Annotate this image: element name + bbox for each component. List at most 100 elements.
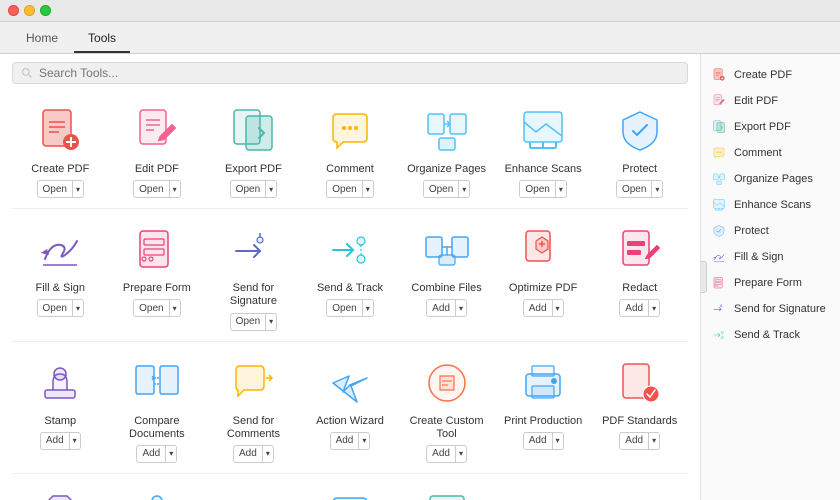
- tool-item-accessibility[interactable]: AccessibilityAdd▾: [109, 478, 206, 500]
- create-custom-button[interactable]: Add▾: [426, 445, 467, 463]
- tool-item-javascript[interactable]: </>JavaScriptAdd▾: [302, 478, 399, 500]
- rp-item-organize-pages[interactable]: Organize Pages: [701, 166, 840, 192]
- send-signature-button[interactable]: Open▾: [230, 313, 277, 331]
- tool-item-print-production[interactable]: Print ProductionAdd▾: [495, 346, 592, 469]
- right-panel: › Create PDFEdit PDFExport PDFCommentOrg…: [700, 54, 840, 500]
- rp-item-edit-pdf[interactable]: Edit PDF: [701, 88, 840, 114]
- pdf-standards-button-arrow: ▾: [648, 433, 659, 449]
- fill-sign-button[interactable]: Open▾: [37, 299, 84, 317]
- comment-button-arrow: ▾: [362, 181, 373, 197]
- compare-docs-button-label: Add: [137, 448, 165, 459]
- send-signature-button-label: Open: [231, 316, 265, 327]
- edit-pdf-button[interactable]: Open▾: [133, 180, 180, 198]
- combine-files-button-arrow: ▾: [455, 300, 466, 316]
- print-production-button[interactable]: Add▾: [523, 432, 564, 450]
- tool-item-export-pdf[interactable]: Export PDFOpen▾: [205, 94, 302, 204]
- tool-item-compare-docs[interactable]: Compare DocumentsAdd▾: [109, 346, 206, 469]
- prepare-form-button[interactable]: Open▾: [133, 299, 180, 317]
- minimize-button[interactable]: [24, 5, 35, 16]
- tool-item-redact[interactable]: RedactAdd▾: [591, 213, 688, 336]
- compare-docs-button[interactable]: Add▾: [136, 445, 177, 463]
- rp-item-enhance-scans[interactable]: Enhance Scans: [701, 192, 840, 218]
- tool-item-certificates[interactable]: CertificatesAdd▾: [12, 478, 109, 500]
- action-wizard-button-arrow: ▾: [358, 433, 369, 449]
- create-pdf-button-label: Open: [38, 184, 72, 195]
- action-wizard-icon: [323, 356, 377, 410]
- tab-home[interactable]: Home: [12, 27, 72, 53]
- comment-label: Comment: [326, 163, 374, 176]
- tool-item-send-signature[interactable]: Send for SignatureOpen▾: [205, 213, 302, 336]
- close-button[interactable]: [8, 5, 19, 16]
- redact-button[interactable]: Add▾: [619, 299, 660, 317]
- rp-item-export-pdf[interactable]: Export PDF: [701, 114, 840, 140]
- pdf-standards-button[interactable]: Add▾: [619, 432, 660, 450]
- tool-item-optimize-pdf[interactable]: Optimize PDFAdd▾: [495, 213, 592, 336]
- tool-item-measure[interactable]: MeasureAdd▾: [495, 478, 592, 500]
- rp-item-send-track[interactable]: Send & Track: [701, 322, 840, 348]
- export-pdf-button-arrow: ▾: [265, 181, 276, 197]
- tool-item-create-custom[interactable]: Create Custom Tool Add▾: [398, 346, 495, 469]
- tool-item-protect[interactable]: Protect Open▾: [591, 94, 688, 204]
- optimize-pdf-button[interactable]: Add▾: [523, 299, 564, 317]
- enhance-scans-icon: [516, 104, 570, 158]
- send-track-icon: [323, 223, 377, 277]
- rp-item-send-signature[interactable]: Send for Signature: [701, 296, 840, 322]
- tool-item-stamp[interactable]: StampAdd▾: [12, 346, 109, 469]
- organize-pages-button-label: Open: [424, 184, 458, 195]
- tool-item-send-comments[interactable]: Send for CommentsAdd▾: [205, 346, 302, 469]
- stamp-button-arrow: ▾: [69, 433, 80, 449]
- tool-item-enhance-scans[interactable]: Enhance ScansOpen▾: [495, 94, 592, 204]
- search-icon: [21, 67, 33, 79]
- rp-item-create-pdf[interactable]: Create PDF: [701, 62, 840, 88]
- export-pdf-button[interactable]: Open▾: [230, 180, 277, 198]
- tool-item-prepare-form[interactable]: Prepare Form Open▾: [109, 213, 206, 336]
- search-input[interactable]: [39, 66, 189, 80]
- tool-item-rich-media[interactable]: Rich MediaAdd▾: [205, 478, 302, 500]
- tool-item-combine-files[interactable]: Combine Files Add▾: [398, 213, 495, 336]
- rp-item-prepare-form[interactable]: Prepare Form: [701, 270, 840, 296]
- enhance-scans-button-arrow: ▾: [555, 181, 566, 197]
- tool-item-action-wizard[interactable]: Action WizardAdd▾: [302, 346, 399, 469]
- protect-label: Protect: [622, 163, 657, 176]
- enhance-scans-button[interactable]: Open▾: [519, 180, 566, 198]
- search-bar[interactable]: [12, 62, 688, 84]
- send-comments-button[interactable]: Add▾: [233, 445, 274, 463]
- tool-item-send-track[interactable]: Send & TrackOpen▾: [302, 213, 399, 336]
- combine-files-label: Combine Files: [411, 282, 481, 295]
- send-track-button[interactable]: Open▾: [326, 299, 373, 317]
- create-custom-label: Create Custom Tool: [402, 415, 491, 441]
- tool-item-create-pdf[interactable]: Create PDFOpen▾: [12, 94, 109, 204]
- send-comments-button-arrow: ▾: [262, 446, 273, 462]
- comment-button[interactable]: Open▾: [326, 180, 373, 198]
- tool-item-index[interactable]: IndexAdd▾: [398, 478, 495, 500]
- create-pdf-button[interactable]: Open▾: [37, 180, 84, 198]
- pdf-standards-label: PDF Standards: [602, 415, 677, 428]
- tool-item-organize-pages[interactable]: Organize PagesOpen▾: [398, 94, 495, 204]
- send-comments-button-label: Add: [234, 448, 262, 459]
- rp-item-comment[interactable]: Comment: [701, 140, 840, 166]
- rp-protect-label: Protect: [734, 225, 769, 237]
- rp-item-protect[interactable]: Protect: [701, 218, 840, 244]
- optimize-pdf-button-arrow: ▾: [552, 300, 563, 316]
- stamp-button[interactable]: Add▾: [40, 432, 81, 450]
- prepare-form-label: Prepare Form: [123, 282, 191, 295]
- optimize-pdf-button-label: Add: [524, 303, 552, 314]
- maximize-button[interactable]: [40, 5, 51, 16]
- send-signature-button-arrow: ▾: [265, 314, 276, 330]
- edit-pdf-button-arrow: ▾: [169, 181, 180, 197]
- collapse-button[interactable]: ›: [700, 261, 707, 293]
- edit-pdf-button-label: Open: [134, 184, 168, 195]
- tool-item-comment[interactable]: Comment Open▾: [302, 94, 399, 204]
- tool-item-edit-pdf[interactable]: Edit PDFOpen▾: [109, 94, 206, 204]
- tool-item-fill-sign[interactable]: Fill & SignOpen▾: [12, 213, 109, 336]
- combine-files-button[interactable]: Add▾: [426, 299, 467, 317]
- protect-button[interactable]: Open▾: [616, 180, 663, 198]
- organize-pages-button[interactable]: Open▾: [423, 180, 470, 198]
- rp-item-fill-sign[interactable]: Fill & Sign: [701, 244, 840, 270]
- tab-tools[interactable]: Tools: [74, 27, 130, 53]
- rp-send-signature-icon: [711, 301, 727, 317]
- action-wizard-button[interactable]: Add▾: [330, 432, 371, 450]
- optimize-pdf-icon: [516, 223, 570, 277]
- rp-comment-icon: [711, 145, 727, 161]
- tool-item-pdf-standards[interactable]: PDF Standards Add▾: [591, 346, 688, 469]
